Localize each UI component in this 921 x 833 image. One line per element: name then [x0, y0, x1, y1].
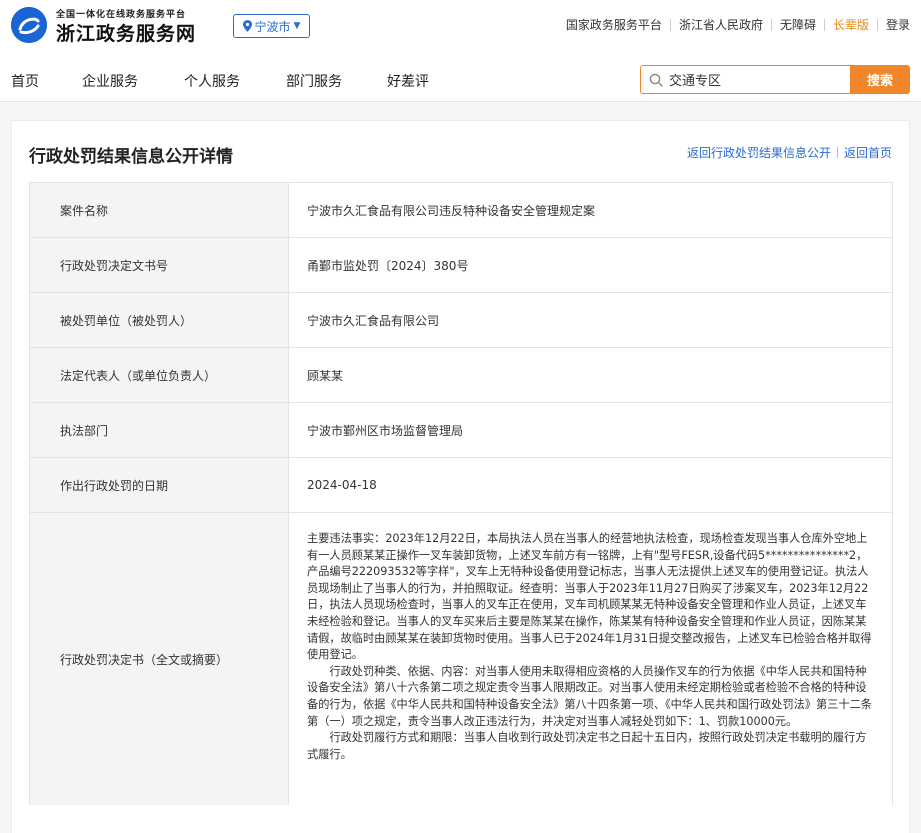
- row-value-case-name: 宁波市久汇食品有限公司违反特种设备安全管理规定案: [307, 203, 596, 218]
- nav-home[interactable]: 首页: [11, 71, 39, 91]
- main-nav: 首页 企业服务 个人服务 部门服务 好差评 搜索: [0, 58, 921, 102]
- page-title: 行政处罚结果信息公开详情: [29, 147, 233, 167]
- return-links: 返回行政处罚结果信息公开 返回首页: [687, 144, 892, 161]
- row-label-document-number: 行政处罚决定文书号: [30, 238, 289, 292]
- detail-card: 行政处罚结果信息公开详情 返回行政处罚结果信息公开 返回首页 案件名称 宁波市久…: [11, 120, 910, 833]
- link-national-platform[interactable]: 国家政务服务平台: [566, 16, 662, 33]
- divider: [669, 18, 671, 31]
- row-value-decision: 主要违法事实：2023年12月22日，本局执法人员在当事人的经营地执法检查，现场…: [289, 513, 892, 805]
- return-home-link[interactable]: 返回首页: [844, 144, 892, 161]
- row-label-enforcement-department: 执法部门: [30, 403, 289, 457]
- decision-basis: 行政处罚种类、依据、内容：对当事人使用未取得相应资格的人员操作叉车的行为依据《中…: [307, 664, 872, 728]
- city-selector[interactable]: 宁波市 ▼: [233, 14, 310, 38]
- table-row: 被处罚单位（被处罚人） 宁波市久汇食品有限公司: [30, 293, 892, 348]
- decision-facts: 主要违法事实：2023年12月22日，本局执法人员在当事人的经营地执法检查，现场…: [307, 532, 872, 662]
- link-zhejiang-government[interactable]: 浙江省人民政府: [679, 16, 763, 33]
- search-icon: [649, 73, 663, 87]
- row-value-enforcement-department: 宁波市鄞州区市场监督管理局: [307, 423, 464, 438]
- search-box: [640, 65, 850, 94]
- top-bar: 全国一体化在线政务服务平台 浙江政务服务网 宁波市 ▼ 国家政务服务平台 浙江省…: [0, 0, 921, 58]
- row-value-legal-representative: 顾某某: [307, 368, 344, 383]
- caret-down-icon: ▼: [293, 21, 301, 31]
- row-value-penalty-date: 2024-04-18: [307, 478, 377, 492]
- nav-enterprise-services[interactable]: 企业服务: [82, 71, 138, 91]
- detail-table: 案件名称 宁波市久汇食品有限公司违反特种设备安全管理规定案 行政处罚决定文书号 …: [29, 182, 893, 805]
- logo-title[interactable]: 浙江政务服务网: [56, 19, 196, 46]
- divider: [770, 18, 772, 31]
- row-label-case-name: 案件名称: [30, 183, 289, 237]
- divider: [876, 18, 878, 31]
- nav-department-services[interactable]: 部门服务: [286, 71, 342, 91]
- decision-fulfillment: 行政处罚履行方式和期限：当事人自收到行政处罚决定书之日起十五日内，按照行政处罚决…: [307, 731, 867, 761]
- row-label-penalized-party: 被处罚单位（被处罚人）: [30, 293, 289, 347]
- nav-service-rating[interactable]: 好差评: [387, 71, 429, 91]
- top-links: 国家政务服务平台 浙江省人民政府 无障碍 长辈版 登录: [566, 16, 910, 33]
- divider: [836, 147, 838, 158]
- table-row: 案件名称 宁波市久汇食品有限公司违反特种设备安全管理规定案: [30, 183, 892, 238]
- row-label-legal-representative: 法定代表人（或单位负责人）: [30, 348, 289, 402]
- row-value-document-number: 甬鄞市监处罚〔2024〕380号: [307, 258, 469, 273]
- link-elder-version[interactable]: 长辈版: [833, 16, 869, 33]
- nav-personal-services[interactable]: 个人服务: [184, 71, 240, 91]
- location-pin-icon: [242, 20, 252, 32]
- row-label-decision: 行政处罚决定书（全文或摘要）: [30, 513, 289, 805]
- row-value-penalized-party: 宁波市久汇食品有限公司: [307, 313, 440, 328]
- table-row: 行政处罚决定书（全文或摘要） 主要违法事实：2023年12月22日，本局执法人员…: [30, 513, 892, 805]
- return-list-link[interactable]: 返回行政处罚结果信息公开: [687, 144, 831, 161]
- divider: [823, 18, 825, 31]
- table-row: 执法部门 宁波市鄞州区市场监督管理局: [30, 403, 892, 458]
- search-button[interactable]: 搜索: [850, 65, 910, 94]
- table-row: 作出行政处罚的日期 2024-04-18: [30, 458, 892, 513]
- logo-icon[interactable]: [11, 7, 47, 43]
- row-label-penalty-date: 作出行政处罚的日期: [30, 458, 289, 512]
- city-label: 宁波市: [254, 19, 291, 34]
- table-row: 法定代表人（或单位负责人） 顾某某: [30, 348, 892, 403]
- table-row: 行政处罚决定文书号 甬鄞市监处罚〔2024〕380号: [30, 238, 892, 293]
- link-login[interactable]: 登录: [886, 16, 910, 33]
- link-accessibility[interactable]: 无障碍: [780, 16, 816, 33]
- search-input[interactable]: [669, 72, 839, 87]
